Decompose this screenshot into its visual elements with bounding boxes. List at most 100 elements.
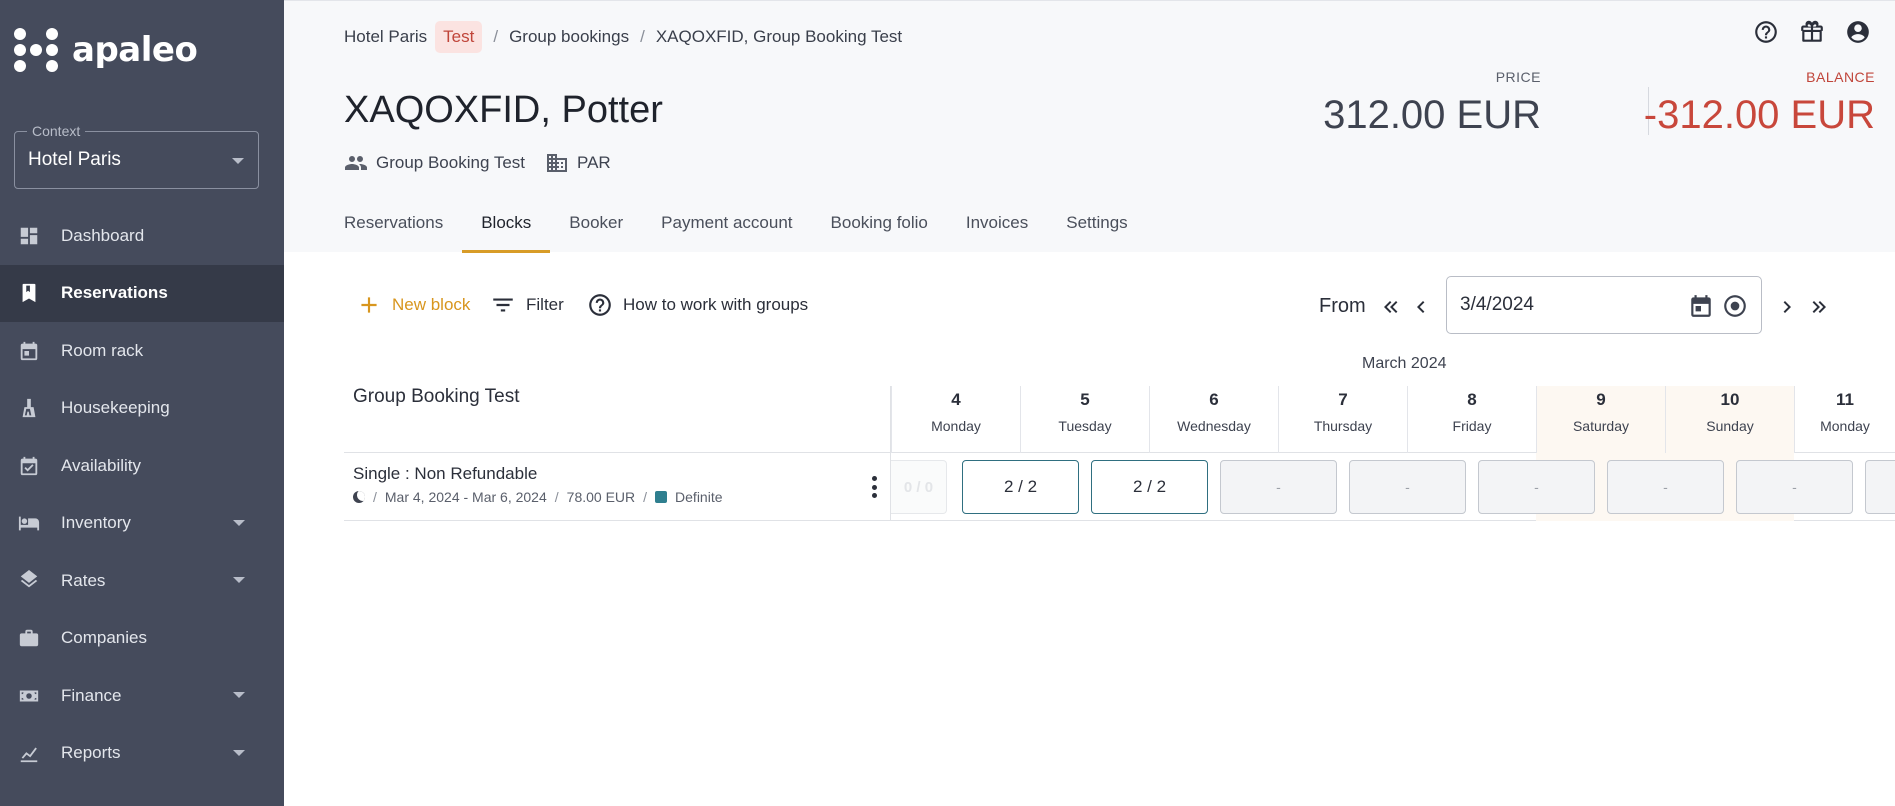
previous-icon[interactable]	[1408, 294, 1434, 320]
day-name: Friday	[1452, 418, 1492, 434]
tabs: Reservations Blocks Booker Payment accou…	[344, 197, 1147, 253]
bed-icon	[17, 511, 41, 535]
day-column: 10 Sunday	[1665, 386, 1794, 453]
gift-icon[interactable]	[1797, 17, 1827, 47]
tab-blocks[interactable]: Blocks	[462, 197, 551, 253]
day-number: 6	[1209, 390, 1219, 409]
grid-header: Group Booking Test 4 Monday 5 Tuesday 6 Wed…	[344, 386, 1895, 453]
sidebar-item-reports[interactable]: Reports	[0, 725, 284, 783]
day-column: 5 Tuesday	[1020, 386, 1149, 453]
block-price: 78.00 EUR	[566, 489, 636, 505]
day-column: 7 Thursday	[1278, 386, 1407, 453]
day-number: 7	[1338, 390, 1348, 409]
sidebar-item-label: Housekeeping	[61, 398, 170, 418]
first-page-icon[interactable]	[1378, 294, 1404, 320]
balance-label: BALANCE	[1806, 69, 1875, 85]
tab-booker[interactable]: Booker	[550, 197, 642, 253]
breadcrumb-group-bookings[interactable]: Group bookings	[509, 27, 629, 47]
new-block-button[interactable]: New block	[356, 292, 470, 318]
breadcrumb-separator: /	[493, 27, 499, 46]
from-date-value[interactable]: 3/4/2024	[1460, 294, 1534, 316]
sidebar-item-label: Availability	[61, 455, 142, 475]
logo-text: apaleo	[72, 30, 198, 70]
logo-mark-icon	[14, 28, 58, 72]
group-icon	[345, 156, 367, 170]
tab-invoices[interactable]: Invoices	[947, 197, 1047, 253]
property-meta: PAR	[545, 151, 611, 175]
sidebar-item-inventory[interactable]: Inventory	[0, 495, 284, 553]
sidebar-item-availability[interactable]: Availability	[0, 437, 284, 495]
separator: /	[554, 489, 559, 505]
balance-summary: BALANCE -312.00 EUR	[1644, 69, 1875, 138]
breadcrumb-separator: /	[640, 27, 645, 46]
caret-down-icon	[232, 158, 244, 164]
blocks-toolbar: New block Filter How to work with groups…	[284, 270, 1895, 342]
next-icon[interactable]	[1774, 294, 1800, 320]
block-cell[interactable]: -	[1478, 460, 1595, 514]
block-cell[interactable]: -	[1607, 460, 1724, 514]
caret-down-icon	[233, 519, 245, 526]
calendar-icon	[17, 339, 41, 363]
day-column: 6 Wednesday	[1149, 386, 1278, 453]
sidebar-item-companies[interactable]: Companies	[0, 610, 284, 668]
how-to-label: How to work with groups	[623, 295, 809, 314]
from-date-field[interactable]: 3/4/2024	[1446, 276, 1762, 334]
calendar-icon[interactable]	[1688, 293, 1714, 319]
price-summary: PRICE 312.00 EUR	[1323, 69, 1541, 138]
tab-payment-account[interactable]: Payment account	[642, 197, 811, 253]
block-cell[interactable]: -	[1736, 460, 1853, 514]
block-cell[interactable]: 2 / 2	[962, 460, 1079, 514]
day-name: Monday	[1820, 418, 1870, 434]
day-name: Wednesday	[1177, 418, 1251, 434]
how-to-button[interactable]: How to work with groups	[587, 292, 808, 318]
day-column: 11 Monday	[1794, 386, 1895, 453]
sidebar-item-label: Dashboard	[61, 225, 145, 245]
apaleo-logo[interactable]: apaleo	[14, 26, 198, 74]
top-actions	[1751, 17, 1873, 47]
sidebar-item-finance[interactable]: Finance	[0, 667, 284, 725]
last-page-icon[interactable]	[1806, 294, 1832, 320]
dashboard-icon	[17, 224, 41, 248]
filter-label: Filter	[526, 295, 564, 314]
sidebar-item-label: Finance	[61, 685, 122, 705]
tab-booking-folio[interactable]: Booking folio	[812, 197, 947, 253]
block-cell-previous[interactable]: 0 / 0	[891, 460, 947, 514]
context-select[interactable]: Context Hotel Paris	[14, 123, 259, 189]
booking-meta: Group Booking Test PAR	[344, 151, 631, 175]
building-icon	[547, 154, 567, 172]
block-status: Definite	[675, 489, 723, 505]
day-name: Sunday	[1706, 418, 1754, 434]
help-icon	[589, 294, 611, 316]
day-number: 11	[1836, 390, 1854, 409]
tab-reservations[interactable]: Reservations	[344, 197, 462, 253]
filter-button[interactable]: Filter	[490, 292, 564, 318]
block-title: Single : Non Refundable	[353, 464, 538, 483]
today-target-icon[interactable]	[1722, 293, 1748, 319]
sidebar-item-label: Reports	[61, 743, 121, 763]
sidebar-item-rates[interactable]: Rates	[0, 552, 284, 610]
property-code: PAR	[577, 153, 611, 172]
block-row[interactable]: Single : Non Refundable / Mar 4, 2024 - …	[344, 453, 1895, 521]
group-meta: Group Booking Test	[344, 151, 525, 175]
help-icon[interactable]	[1751, 17, 1781, 47]
sidebar-item-label: Reservations	[61, 283, 168, 303]
tab-settings[interactable]: Settings	[1047, 197, 1146, 253]
sidebar-item-reservations[interactable]: Reservations	[0, 264, 284, 322]
status-color-icon	[655, 491, 668, 503]
sidebar-item-dashboard[interactable]: Dashboard	[0, 207, 284, 265]
block-cell-next[interactable]	[1865, 460, 1895, 514]
sidebar-item-room-rack[interactable]: Room rack	[0, 322, 284, 380]
day-column: 8 Friday	[1407, 386, 1536, 453]
breadcrumb-hotel[interactable]: Hotel Paris	[344, 27, 427, 47]
more-options-icon[interactable]	[862, 473, 886, 501]
separator: /	[643, 489, 648, 505]
block-cell[interactable]: -	[1220, 460, 1337, 514]
block-cell[interactable]: -	[1349, 460, 1466, 514]
sidebar-item-housekeeping[interactable]: Housekeeping	[0, 380, 284, 438]
sidebar: apaleo Context Hotel Paris Dashboard Res…	[0, 0, 284, 806]
sidebar-nav: Dashboard Reservations Room rack Houseke…	[0, 207, 284, 782]
block-cell[interactable]: 2 / 2	[1091, 460, 1208, 514]
account-icon[interactable]	[1843, 17, 1873, 47]
moon-icon	[353, 491, 365, 503]
day-name: Saturday	[1572, 418, 1630, 434]
